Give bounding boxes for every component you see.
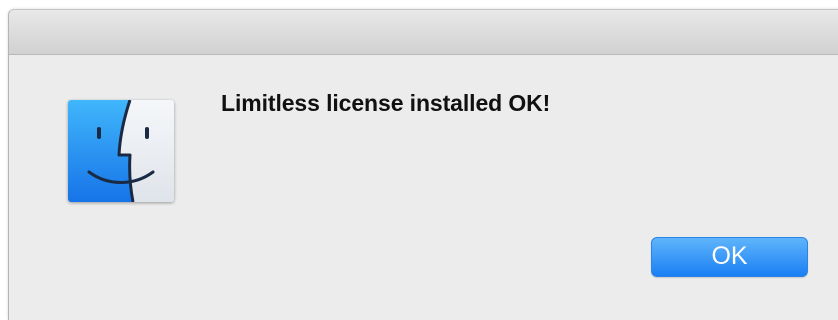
alert-message: Limitless license installed OK! — [221, 90, 551, 116]
ok-button[interactable]: OK — [651, 237, 808, 277]
title-bar[interactable] — [9, 10, 838, 55]
finder-icon — [68, 100, 174, 202]
alert-dialog: Limitless license installed OK! OK — [8, 9, 838, 320]
